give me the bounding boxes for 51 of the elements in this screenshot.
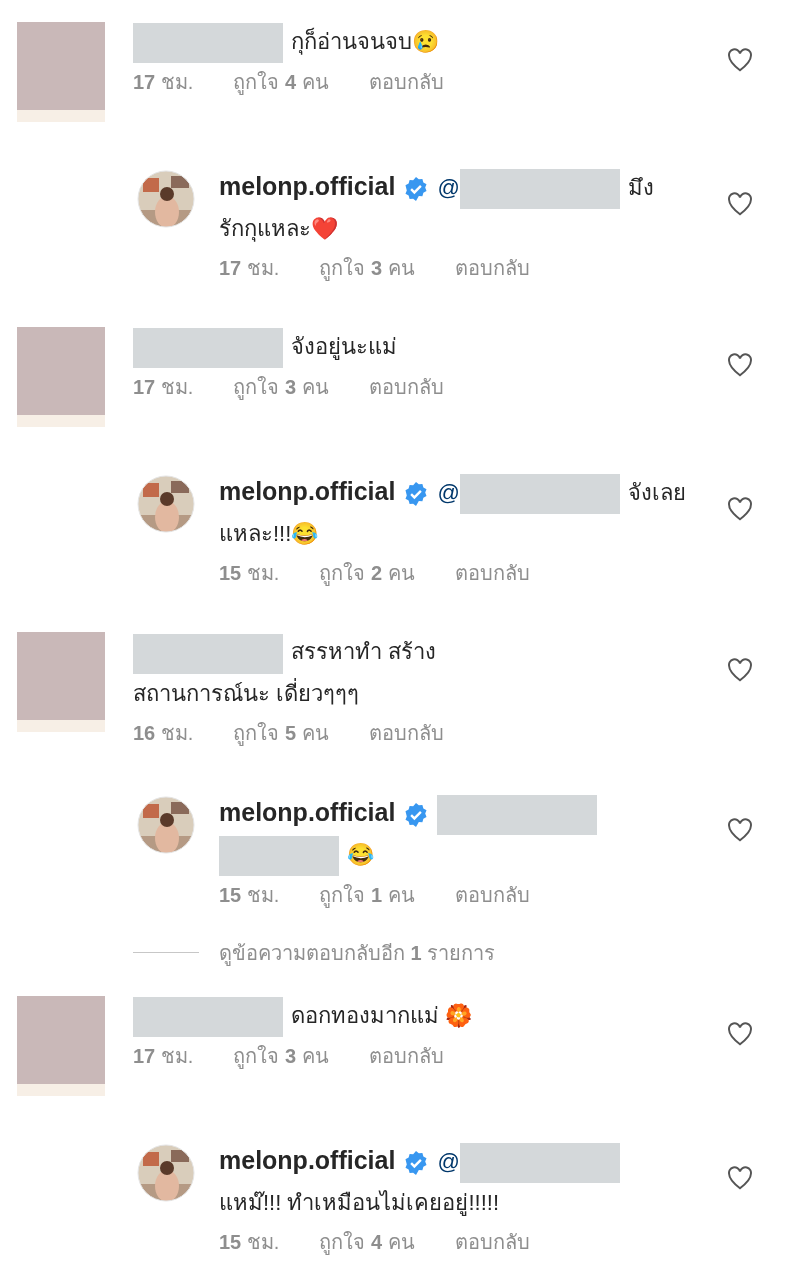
reply-link[interactable]: ตอบกลับ bbox=[454, 1227, 530, 1258]
mention-symbol[interactable]: @ bbox=[437, 1148, 460, 1174]
comment-time: 16 ชม. bbox=[133, 720, 194, 746]
comment-text: มึง bbox=[627, 175, 654, 200]
username[interactable]: melonp.official bbox=[219, 477, 396, 506]
comment-text: จังเลย bbox=[627, 480, 686, 506]
comment-text: 😂 bbox=[347, 841, 374, 867]
like-count[interactable]: ถูกใจ 3 คน bbox=[233, 1041, 329, 1072]
username[interactable]: melonp.official bbox=[219, 1145, 396, 1174]
comment-text: สรรหาทำ สร้าง bbox=[291, 639, 437, 665]
heart-icon[interactable] bbox=[727, 353, 753, 378]
mention-symbol[interactable]: @ bbox=[437, 480, 460, 506]
comment-text: แหละ!!!😂 bbox=[219, 521, 319, 547]
comment-text: รักกุแหละ❤ bbox=[219, 216, 338, 242]
username[interactable]: melonp.official bbox=[219, 797, 396, 826]
heart-icon[interactable] bbox=[727, 48, 753, 72]
reply-link[interactable]: ตอบกลับ bbox=[368, 717, 444, 748]
comment-text: สถานการณ์นะ เดี่ยวๆๆๆ bbox=[133, 680, 360, 706]
comment-time: 15 ชม. bbox=[219, 882, 280, 908]
reply-link[interactable]: ตอบกลับ bbox=[454, 558, 530, 589]
comment-time: 17 ชม. bbox=[133, 1044, 194, 1070]
like-count[interactable]: ถูกใจ 3 คน bbox=[233, 372, 329, 403]
like-count[interactable]: ถูกใจ 2 คน bbox=[319, 558, 415, 589]
reply-link[interactable]: ตอบกลับ bbox=[368, 1041, 444, 1072]
heart-icon[interactable] bbox=[727, 658, 753, 683]
like-count[interactable]: ถูกใจ 5 คน bbox=[233, 717, 329, 748]
reply-link[interactable]: ตอบกลับ bbox=[368, 372, 444, 403]
reply-link[interactable]: ตอบกลับ bbox=[454, 253, 530, 284]
comment-time: 17 ชม. bbox=[133, 375, 194, 401]
heart-icon[interactable] bbox=[727, 817, 753, 842]
comment-text: ดอกทองมากแม่ 🏵 bbox=[291, 1002, 473, 1028]
comment-time: 17 ชม. bbox=[133, 70, 194, 96]
like-count[interactable]: ถูกใจ 3 คน bbox=[319, 253, 415, 284]
mention-symbol[interactable]: @ bbox=[437, 175, 460, 200]
reply-link[interactable]: ตอบกลับ bbox=[368, 67, 444, 98]
comment-text: กุก็อ่านจนจบ😢 bbox=[291, 29, 439, 54]
heart-icon[interactable] bbox=[727, 1021, 753, 1046]
comment-time: 15 ชม. bbox=[219, 1230, 280, 1256]
like-count[interactable]: ถูกใจ 1 คน bbox=[319, 879, 415, 910]
comment-text: แหม๊!!! ทำเหมือนไม่เคยอยู่!!!!! bbox=[219, 1190, 499, 1216]
username[interactable]: melonp.official bbox=[219, 172, 396, 200]
comment-time: 15 ชม. bbox=[219, 561, 280, 587]
heart-icon[interactable] bbox=[727, 1165, 753, 1190]
like-count[interactable]: ถูกใจ 4 คน bbox=[319, 1227, 415, 1258]
comment-time: 17 ชม. bbox=[219, 256, 280, 282]
view-replies-link[interactable]: ดูข้อความตอบกลับอีก 1 รายการ bbox=[219, 937, 496, 968]
like-count[interactable]: ถูกใจ 4 คน bbox=[233, 67, 329, 98]
reply-link[interactable]: ตอบกลับ bbox=[454, 879, 530, 910]
heart-icon[interactable] bbox=[727, 497, 753, 522]
heart-icon[interactable] bbox=[727, 192, 753, 216]
comment-text: จังอยู่นะแม่ bbox=[291, 334, 397, 360]
